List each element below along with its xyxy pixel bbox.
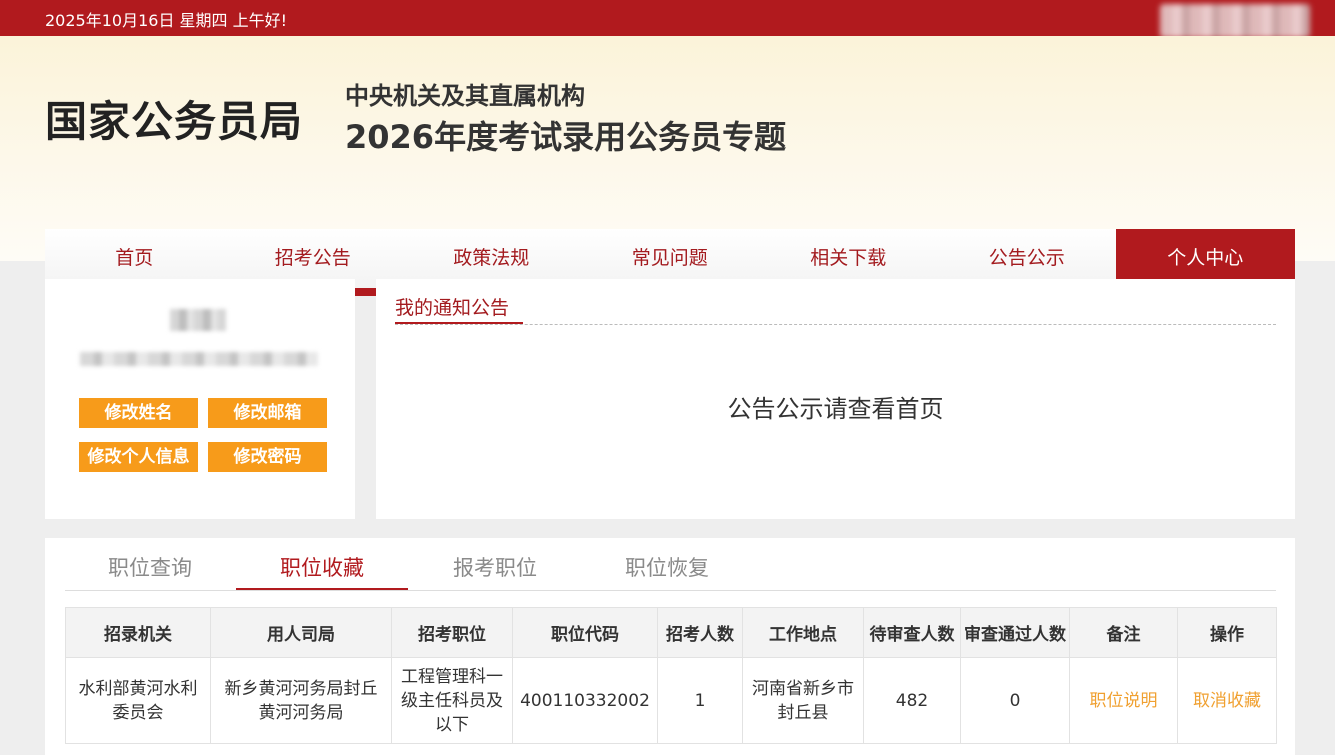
notice-panel: 我的通知公告 公告公示请查看首页 xyxy=(376,279,1295,519)
user-account-blurred[interactable] xyxy=(1160,4,1310,38)
tab-job-favorites[interactable]: 职位收藏 xyxy=(236,552,408,582)
edit-email-button[interactable]: 修改邮箱 xyxy=(208,398,327,428)
position-description-link[interactable]: 职位说明 xyxy=(1069,657,1178,744)
user-info-blurred xyxy=(80,352,318,366)
tab-divider xyxy=(65,590,1276,591)
cell-bureau: 新乡黄河河务局封丘黄河河务局 xyxy=(210,657,392,744)
header-subtitle: 中央机关及其直属机构 xyxy=(345,82,585,110)
table-header-row: 招录机关 用人司局 招考职位 职位代码 招考人数 工作地点 待审查人数 审查通过… xyxy=(65,607,1277,658)
table-row: 水利部黄河水利委员会 新乡黄河河务局封丘黄河河务局 工程管理科一级主任科员及以下… xyxy=(65,657,1277,744)
column-header: 招考人数 xyxy=(657,607,743,658)
profile-panel: 修改姓名 修改邮箱 修改个人信息 修改密码 xyxy=(45,279,355,519)
cell-position-code: 400110332002 xyxy=(512,657,658,744)
column-header: 招录机关 xyxy=(65,607,211,658)
favorites-table: 招录机关 用人司局 招考职位 职位代码 招考人数 工作地点 待审查人数 审查通过… xyxy=(65,607,1277,744)
top-bar: 2025年10月16日 星期四 上午好! xyxy=(0,0,1335,38)
header-title: 2026年度考试录用公务员专题 xyxy=(345,118,787,156)
column-header: 审查通过人数 xyxy=(960,607,1070,658)
edit-name-button[interactable]: 修改姓名 xyxy=(79,398,198,428)
column-header: 用人司局 xyxy=(210,607,392,658)
cell-pending-count: 482 xyxy=(863,657,961,744)
column-header: 工作地点 xyxy=(742,607,864,658)
cell-approved-count: 0 xyxy=(960,657,1070,744)
tab-job-restore[interactable]: 职位恢复 xyxy=(581,552,753,582)
date-greeting: 2025年10月16日 星期四 上午好! xyxy=(45,11,288,30)
column-header: 待审查人数 xyxy=(863,607,961,658)
tab-applied-jobs[interactable]: 报考职位 xyxy=(409,552,581,582)
jobs-panel: 职位查询 职位收藏 报考职位 职位恢复 招录机关 用人司局 招考职位 职位代码 … xyxy=(45,538,1295,755)
cell-position: 工程管理科一级主任科员及以下 xyxy=(391,657,513,744)
notice-message: 公告公示请查看首页 xyxy=(727,395,944,423)
column-header: 职位代码 xyxy=(512,607,658,658)
notice-title: 我的通知公告 xyxy=(395,297,510,319)
site-brand: 国家公务员局 xyxy=(45,97,304,146)
cancel-favorite-link[interactable]: 取消收藏 xyxy=(1177,657,1277,744)
site-header: 国家公务员局 中央机关及其直属机构 2026年度考试录用公务员专题 首页 招考公… xyxy=(0,36,1335,296)
cell-agency: 水利部黄河水利委员会 xyxy=(65,657,211,744)
tab-job-search[interactable]: 职位查询 xyxy=(64,552,236,582)
cell-headcount: 1 xyxy=(657,657,743,744)
notice-divider xyxy=(395,324,1276,325)
column-header: 操作 xyxy=(1177,607,1277,658)
active-tab-underline xyxy=(236,588,408,590)
edit-personal-info-button[interactable]: 修改个人信息 xyxy=(79,442,198,472)
column-header: 备注 xyxy=(1069,607,1178,658)
edit-password-button[interactable]: 修改密码 xyxy=(208,442,327,472)
cell-location: 河南省新乡市封丘县 xyxy=(742,657,864,744)
column-header: 招考职位 xyxy=(391,607,513,658)
user-name-blurred xyxy=(170,309,226,331)
